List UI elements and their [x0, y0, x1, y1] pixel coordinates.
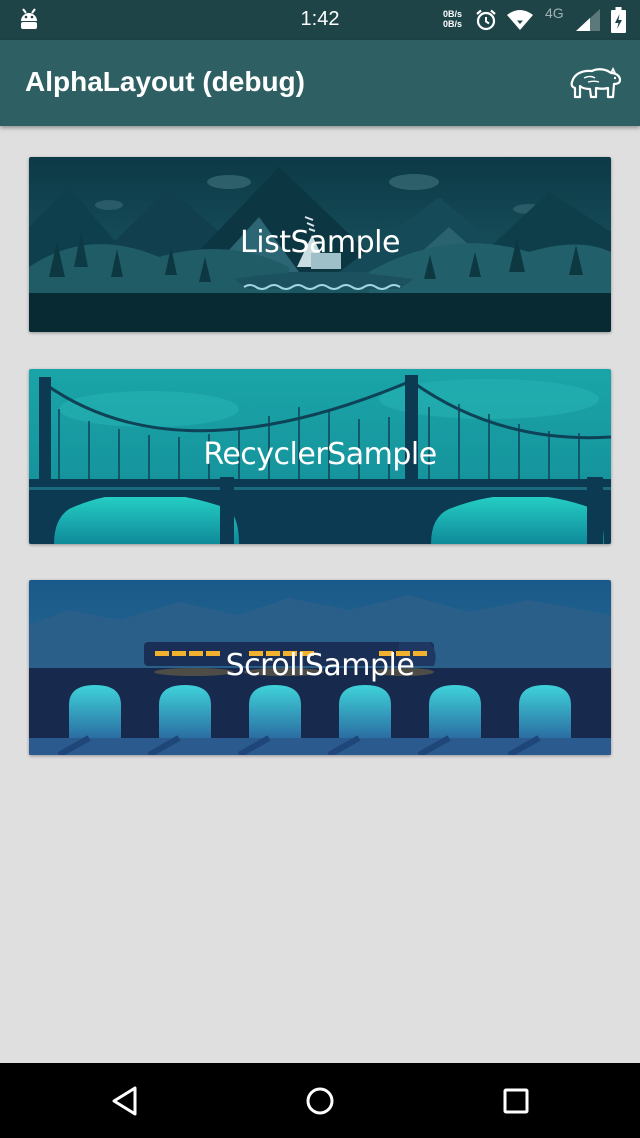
battery-icon	[611, 7, 626, 33]
navigation-bar	[0, 1063, 640, 1138]
app-title: AlphaLayout (debug)	[25, 66, 305, 97]
wifi-icon	[507, 10, 533, 30]
net-down-speed: 0B/s	[443, 19, 463, 29]
app-bar: AlphaLayout (debug)	[0, 40, 640, 126]
recycler-sample-label: RecyclerSample	[203, 437, 437, 472]
network-type: 4G	[545, 5, 564, 21]
alarm-icon	[476, 9, 496, 31]
net-up-speed: 0B/s	[443, 9, 463, 19]
signal-icon	[576, 9, 600, 31]
bear-icon[interactable]	[568, 64, 622, 102]
back-icon[interactable]	[110, 1085, 140, 1117]
home-icon[interactable]	[304, 1085, 336, 1117]
network-speed: 0B/s 0B/s	[443, 9, 462, 29]
list-sample-card[interactable]: ListSample	[29, 157, 611, 332]
clock: 1:42	[300, 8, 340, 30]
scroll-sample-label: ScrollSample	[225, 648, 415, 683]
list-sample-label: ListSample	[240, 225, 400, 260]
recycler-sample-card[interactable]: RecyclerSample	[29, 369, 611, 544]
scroll-sample-card[interactable]: ScrollSample	[29, 580, 611, 755]
recents-icon[interactable]	[502, 1085, 530, 1117]
status-bar: 1:42 0B/s 0B/s 4G	[0, 0, 640, 40]
